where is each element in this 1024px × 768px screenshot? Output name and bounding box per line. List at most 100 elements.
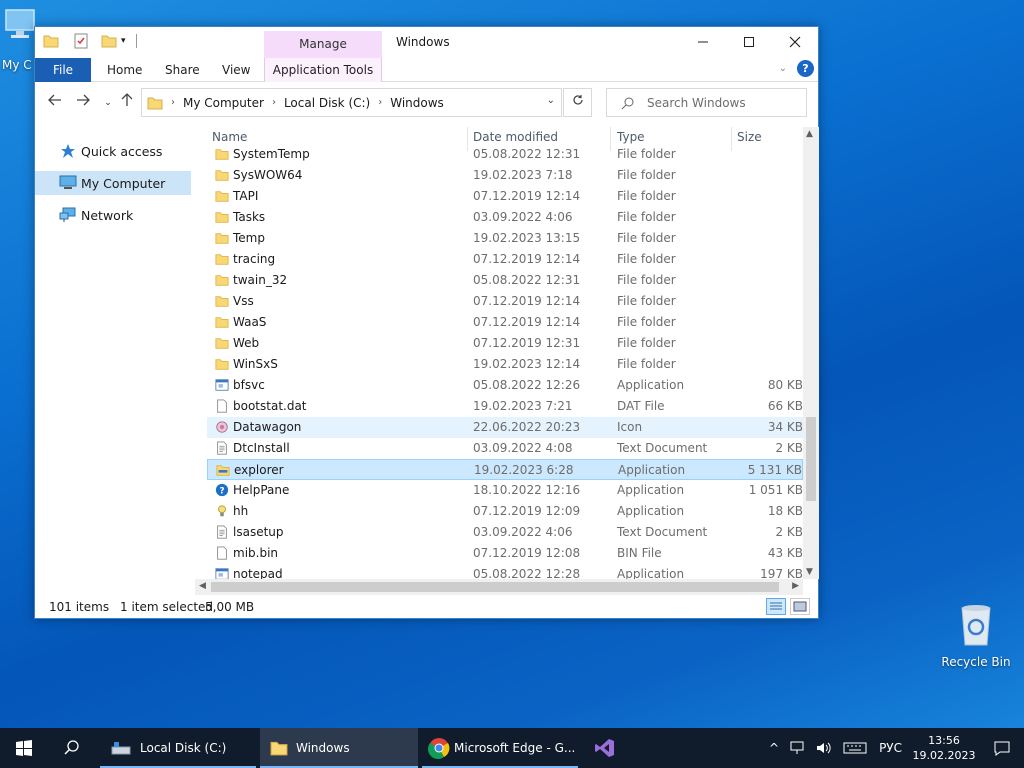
file-row[interactable]: bfsvc 05.08.2022 12:26 Application 80 KB xyxy=(207,375,803,396)
search-box[interactable]: Search Windows xyxy=(606,88,807,117)
scroll-thumb[interactable] xyxy=(211,582,779,592)
maximize-button[interactable] xyxy=(726,27,772,57)
file-rows: SystemTemp 05.08.2022 12:31 File folder Sys… xyxy=(207,144,803,581)
scroll-right-icon[interactable]: ▶ xyxy=(792,581,799,591)
breadcrumb-my-computer[interactable]: My Computer xyxy=(183,96,264,110)
close-button[interactable] xyxy=(772,27,818,57)
tab-share[interactable]: Share xyxy=(153,58,212,82)
column-name[interactable]: Name xyxy=(212,130,247,144)
search-button[interactable] xyxy=(48,728,96,768)
start-button[interactable] xyxy=(0,728,48,768)
address-bar[interactable]: › My Computer › Local Disk (C:) › Window… xyxy=(141,88,562,117)
navigation-pane: Quick access My Computer Network xyxy=(35,127,195,587)
file-row[interactable]: explorer 19.02.2023 6:28 Application 5 131 … xyxy=(207,459,803,480)
scroll-thumb[interactable] xyxy=(806,417,816,501)
keyboard-icon[interactable] xyxy=(843,740,867,756)
sidebar-item-quick-access[interactable]: Quick access xyxy=(35,139,191,163)
column-size[interactable]: Size xyxy=(737,130,762,144)
scroll-left-icon[interactable]: ◀ xyxy=(199,581,206,591)
clock[interactable]: 13:56 19.02.2023 xyxy=(908,733,980,763)
desktop-my-computer-label: My C xyxy=(2,58,32,72)
qat-dropdown-icon[interactable]: ▾ xyxy=(121,36,126,46)
file-row[interactable]: Temp 19.02.2023 13:15 File folder xyxy=(207,228,803,249)
file-name: Vss xyxy=(233,294,254,308)
volume-icon[interactable] xyxy=(815,740,833,756)
sort-ascending-icon: ⌃ xyxy=(333,127,341,129)
help-icon[interactable]: ? xyxy=(797,60,814,77)
file-row[interactable]: bootstat.dat 19.02.2023 7:21 DAT File 66 KB xyxy=(207,396,803,417)
search-input[interactable]: Search Windows xyxy=(647,96,746,110)
file-row[interactable]: hh 07.12.2019 12:09 Application 18 KB xyxy=(207,501,803,522)
file-row[interactable]: TAPI 07.12.2019 12:14 File folder xyxy=(207,186,803,207)
file-name: explorer xyxy=(234,463,284,477)
recent-dropdown-button[interactable]: ⌄ xyxy=(98,93,118,113)
taskbar-item-visual-studio[interactable] xyxy=(582,728,628,768)
scroll-down-icon[interactable]: ▼ xyxy=(806,567,813,577)
network-icon[interactable] xyxy=(789,740,807,756)
folder-icon[interactable] xyxy=(43,33,59,49)
column-date-modified[interactable]: Date modified xyxy=(473,130,558,144)
tab-home[interactable]: Home xyxy=(95,58,154,82)
file-row[interactable]: DtcInstall 03.09.2022 4:08 Text Document 2 … xyxy=(207,438,803,459)
file-row[interactable]: Datawagon 22.06.2022 20:23 Icon 34 KB xyxy=(207,417,803,438)
taskbar-item-local-disk[interactable]: Local Disk (C:) xyxy=(100,728,256,768)
tab-view[interactable]: View xyxy=(210,58,262,82)
file-row[interactable]: SystemTemp 05.08.2022 12:31 File folder xyxy=(207,144,803,165)
forward-button[interactable] xyxy=(73,93,93,113)
file-row[interactable]: Web 07.12.2019 12:31 File folder xyxy=(207,333,803,354)
taskbar-item-windows[interactable]: Windows xyxy=(260,728,418,768)
file-row[interactable]: WaaS 07.12.2019 12:14 File folder xyxy=(207,312,803,333)
minimize-icon xyxy=(698,41,708,43)
details-view-button[interactable] xyxy=(766,598,786,615)
file-row[interactable]: Tasks 03.09.2022 4:06 File folder xyxy=(207,207,803,228)
folder-icon xyxy=(215,315,229,329)
file-date-modified: 07.12.2019 12:08 xyxy=(473,546,581,560)
new-folder-icon[interactable] xyxy=(101,33,117,49)
show-hidden-icons-icon[interactable]: ^ xyxy=(763,741,785,755)
notifications-button[interactable] xyxy=(980,740,1024,756)
language-indicator[interactable]: РУС xyxy=(879,741,902,755)
file-row[interactable]: lsasetup 03.09.2022 4:06 Text Document 2 KB xyxy=(207,522,803,543)
large-icons-view-button[interactable] xyxy=(790,598,810,615)
scroll-up-icon[interactable]: ▲ xyxy=(806,129,813,139)
arrow-up-icon xyxy=(121,93,133,106)
tab-file[interactable]: File xyxy=(35,58,91,82)
sidebar-item-network[interactable]: Network xyxy=(35,203,191,227)
file-row[interactable]: mib.bin 07.12.2019 12:08 BIN File 43 KB xyxy=(207,543,803,564)
vertical-scrollbar[interactable]: ▲ ▼ xyxy=(803,127,819,579)
expand-ribbon-icon[interactable]: ⌄ xyxy=(779,63,787,74)
chevron-right-icon[interactable]: › xyxy=(378,97,382,108)
chevron-right-icon[interactable]: › xyxy=(272,97,276,108)
file-row[interactable]: twain_32 05.08.2022 12:31 File folder xyxy=(207,270,803,291)
breadcrumb-local-disk[interactable]: Local Disk (C:) xyxy=(284,96,370,110)
file-type: Application xyxy=(618,463,686,477)
tab-manage[interactable]: Manage xyxy=(264,31,382,58)
up-button[interactable] xyxy=(117,93,137,113)
chevron-down-icon[interactable]: ⌄ xyxy=(547,95,555,106)
file-row[interactable]: WinSxS 19.02.2023 12:14 File folder xyxy=(207,354,803,375)
refresh-button[interactable] xyxy=(563,88,592,117)
file-date-modified: 07.12.2019 12:09 xyxy=(473,504,581,518)
tab-application-tools[interactable]: Application Tools xyxy=(264,58,382,82)
file-date-modified: 05.08.2022 12:31 xyxy=(473,273,581,287)
file-row[interactable]: tracing 07.12.2019 12:14 File folder xyxy=(207,249,803,270)
horizontal-scrollbar[interactable]: ◀ ▶ xyxy=(195,579,803,595)
file-row[interactable]: SysWOW64 19.02.2023 7:18 File folder xyxy=(207,165,803,186)
breadcrumb-windows[interactable]: Windows xyxy=(390,96,444,110)
sidebar-item-label: Network xyxy=(81,207,134,223)
file-name: HelpPane xyxy=(233,483,290,497)
column-type[interactable]: Type xyxy=(617,130,645,144)
taskbar-item-edge[interactable]: Microsoft Edge - G... xyxy=(422,728,578,768)
file-type: File folder xyxy=(617,189,676,203)
back-button[interactable] xyxy=(45,93,65,113)
file-row[interactable]: ? HelpPane 18.10.2022 12:16 Application 1 05… xyxy=(207,480,803,501)
sidebar-item-my-computer[interactable]: My Computer xyxy=(35,171,191,195)
title-bar[interactable]: ▾ Manage Windows xyxy=(35,27,818,58)
minimize-button[interactable] xyxy=(680,27,726,57)
file-row[interactable]: Vss 07.12.2019 12:14 File folder xyxy=(207,291,803,312)
chevron-right-icon[interactable]: › xyxy=(171,97,175,108)
properties-icon[interactable] xyxy=(73,33,89,49)
desktop-recycle-bin[interactable]: Recycle Bin xyxy=(936,600,1016,669)
file-name: SystemTemp xyxy=(233,147,310,161)
file-type: Text Document xyxy=(617,441,708,455)
